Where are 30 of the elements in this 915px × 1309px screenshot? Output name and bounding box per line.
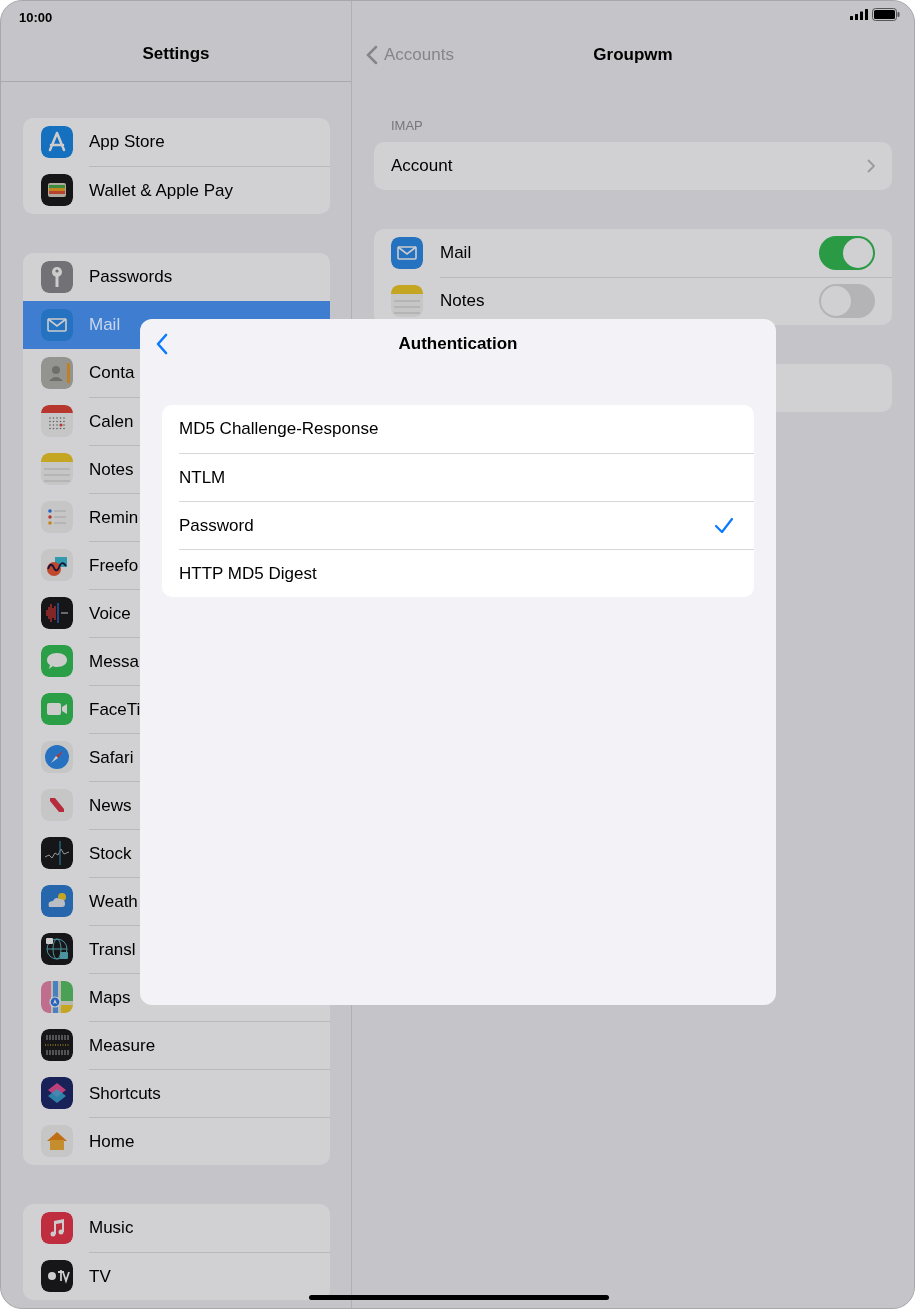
item-label: Freefo [89,554,139,577]
item-label: Safari [89,746,134,769]
item-label: Conta [89,362,135,385]
item-label: TV [89,1265,111,1288]
item-label: Music [89,1217,134,1240]
item-label: App Store [89,131,165,154]
item-label: News [89,794,132,817]
toggle-label: Mail [440,241,472,264]
item-label: Stock [89,842,132,865]
item-label: Remin [89,506,139,529]
section-label: IMAP [390,117,424,135]
toggle-label: Notes [440,290,485,313]
detail-title: Groupwm [593,43,673,66]
sidebar-title: Settings [142,43,210,66]
item-label: Transl [89,938,136,961]
item-label: Measure [89,1034,156,1057]
item-label: Passwords [89,266,173,289]
item-label: Notes [89,458,134,481]
item-label: Messa [89,650,140,673]
item-label: Mail [89,314,121,337]
item-label: Calen [89,410,134,433]
item-label: Shortcuts [89,1082,161,1105]
item-label: Wallet & Apple Pay [89,179,233,202]
item-label: Home [89,1130,135,1153]
item-label: Weath [89,890,138,913]
item-label: Voice [89,602,131,625]
item-label: Maps [89,986,131,1009]
status-time: 10:00 [19,10,53,25]
sheet-title: Authentication [398,333,518,356]
item-label: FaceTi [89,698,141,721]
